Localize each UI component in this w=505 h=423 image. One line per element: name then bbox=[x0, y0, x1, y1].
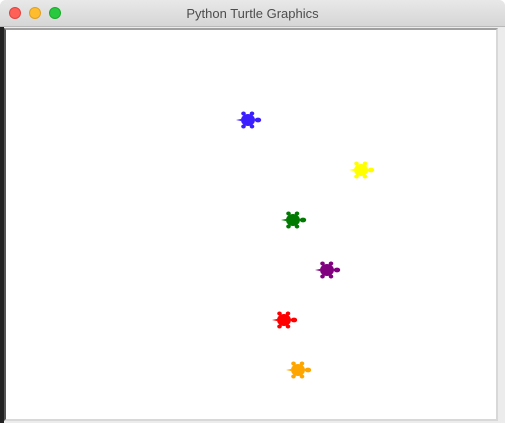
turtle-orange-icon bbox=[286, 361, 312, 379]
turtle-green-icon bbox=[281, 211, 307, 229]
turtle-canvas[interactable] bbox=[4, 28, 498, 421]
window-title: Python Turtle Graphics bbox=[186, 6, 319, 21]
turtle-yellow-icon bbox=[349, 161, 375, 179]
turtle-purple-icon bbox=[315, 261, 341, 279]
turtle-window: Python Turtle Graphics bbox=[0, 0, 505, 423]
turtle-blue-icon bbox=[236, 111, 262, 129]
turtle-red-icon bbox=[272, 311, 298, 329]
title-bar[interactable]: Python Turtle Graphics bbox=[0, 0, 505, 27]
